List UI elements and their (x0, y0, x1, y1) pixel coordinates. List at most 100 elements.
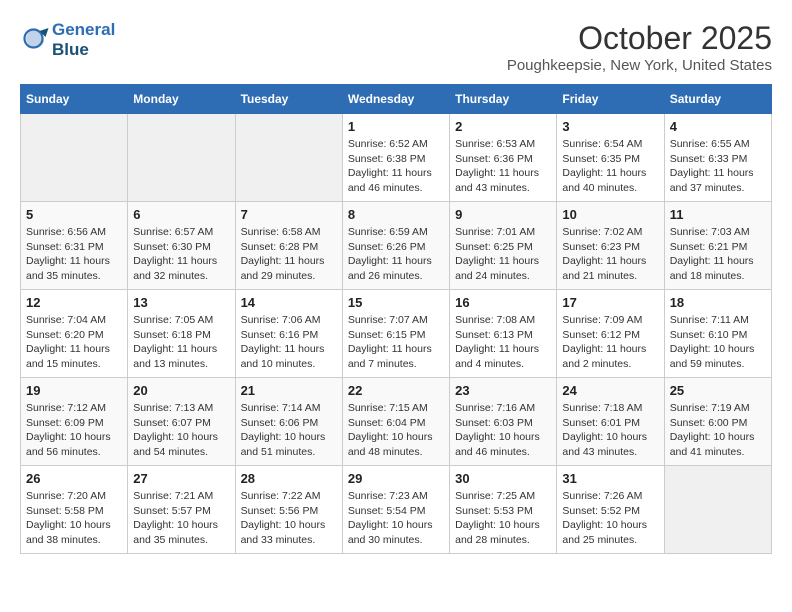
day-cell: 13Sunrise: 7:05 AM Sunset: 6:18 PM Dayli… (128, 290, 235, 378)
header-cell-sunday: Sunday (21, 85, 128, 114)
day-number: 20 (133, 383, 229, 398)
title-section: October 2025 Poughkeepsie, New York, Uni… (507, 20, 772, 74)
logo-text: General Blue (52, 20, 115, 61)
day-cell: 28Sunrise: 7:22 AM Sunset: 5:56 PM Dayli… (235, 466, 342, 554)
header-cell-tuesday: Tuesday (235, 85, 342, 114)
day-info: Sunrise: 7:11 AM Sunset: 6:10 PM Dayligh… (670, 313, 766, 372)
week-row-3: 12Sunrise: 7:04 AM Sunset: 6:20 PM Dayli… (21, 290, 772, 378)
day-cell: 27 Sunrise: 7:21 AM Sunset: 5:57 PM Dayli… (128, 466, 235, 554)
day-cell: 18 Sunrise: 7:11 AM Sunset: 6:10 PM Dayli… (664, 290, 771, 378)
page-header: General Blue October 2025 Poughkeepsie, … (20, 20, 772, 74)
day-number: 5 (26, 207, 122, 222)
location: Poughkeepsie, New York, United States (507, 57, 772, 74)
day-number: 27 (133, 471, 229, 486)
day-number: 6 (133, 207, 229, 222)
week-row-2: 5 Sunrise: 6:56 AM Sunset: 6:31 PM Daylig… (21, 202, 772, 290)
day-number: 26 (26, 471, 122, 486)
day-info: Sunrise: 6:58 AM Sunset: 6:28 PM Dayligh… (241, 225, 337, 284)
header-cell-wednesday: Wednesday (342, 85, 449, 114)
day-number: 15 (348, 295, 444, 310)
day-cell: 14Sunrise: 7:06 AM Sunset: 6:16 PM Dayli… (235, 290, 342, 378)
day-cell: 29Sunrise: 7:23 AM Sunset: 5:54 PM Dayli… (342, 466, 449, 554)
day-cell: 1 Sunrise: 6:52 AM Sunset: 6:38 PM Daylig… (342, 114, 449, 202)
day-number: 24 (562, 383, 658, 398)
header-cell-saturday: Saturday (664, 85, 771, 114)
day-number: 8 (348, 207, 444, 222)
day-number: 17 (562, 295, 658, 310)
week-row-1: 1 Sunrise: 6:52 AM Sunset: 6:38 PM Daylig… (21, 114, 772, 202)
day-info: Sunrise: 7:20 AM Sunset: 5:58 PM Dayligh… (26, 489, 122, 548)
day-info: Sunrise: 6:53 AM Sunset: 6:36 PM Dayligh… (455, 137, 551, 196)
day-info: Sunrise: 7:19 AM Sunset: 6:00 PM Dayligh… (670, 401, 766, 460)
day-cell: 3 Sunrise: 6:54 AM Sunset: 6:35 PM Daylig… (557, 114, 664, 202)
day-cell: 10 Sunrise: 7:02 AM Sunset: 6:23 PM Dayli… (557, 202, 664, 290)
day-info: Sunrise: 7:13 AM Sunset: 6:07 PM Dayligh… (133, 401, 229, 460)
day-cell: 12Sunrise: 7:04 AM Sunset: 6:20 PM Dayli… (21, 290, 128, 378)
day-info: Sunrise: 7:01 AM Sunset: 6:25 PM Dayligh… (455, 225, 551, 284)
calendar-table: SundayMondayTuesdayWednesdayThursdayFrid… (20, 84, 772, 554)
day-number: 14 (241, 295, 337, 310)
day-number: 21 (241, 383, 337, 398)
day-cell (235, 114, 342, 202)
day-cell: 16Sunrise: 7:08 AM Sunset: 6:13 PM Dayli… (450, 290, 557, 378)
day-cell: 26 Sunrise: 7:20 AM Sunset: 5:58 PM Dayli… (21, 466, 128, 554)
day-cell: 22 Sunrise: 7:15 AM Sunset: 6:04 PM Dayli… (342, 378, 449, 466)
header-cell-thursday: Thursday (450, 85, 557, 114)
day-cell: 30 Sunrise: 7:25 AM Sunset: 5:53 PM Dayli… (450, 466, 557, 554)
day-info: Sunrise: 7:21 AM Sunset: 5:57 PM Dayligh… (133, 489, 229, 548)
day-number: 10 (562, 207, 658, 222)
day-cell: 2 Sunrise: 6:53 AM Sunset: 6:36 PM Daylig… (450, 114, 557, 202)
day-info: Sunrise: 7:14 AM Sunset: 6:06 PM Dayligh… (241, 401, 337, 460)
day-info: Sunrise: 6:59 AM Sunset: 6:26 PM Dayligh… (348, 225, 444, 284)
day-cell: 23 Sunrise: 7:16 AM Sunset: 6:03 PM Dayli… (450, 378, 557, 466)
day-info: Sunrise: 7:16 AM Sunset: 6:03 PM Dayligh… (455, 401, 551, 460)
day-info: Sunrise: 6:54 AM Sunset: 6:35 PM Dayligh… (562, 137, 658, 196)
day-cell: 24 Sunrise: 7:18 AM Sunset: 6:01 PM Dayli… (557, 378, 664, 466)
day-number: 4 (670, 119, 766, 134)
day-number: 3 (562, 119, 658, 134)
day-number: 2 (455, 119, 551, 134)
day-cell: 25 Sunrise: 7:19 AM Sunset: 6:00 PM Dayli… (664, 378, 771, 466)
day-cell (664, 466, 771, 554)
day-info: Sunrise: 7:09 AM Sunset: 6:12 PM Dayligh… (562, 313, 658, 372)
day-cell: 17 Sunrise: 7:09 AM Sunset: 6:12 PM Dayli… (557, 290, 664, 378)
day-cell: 19Sunrise: 7:12 AM Sunset: 6:09 PM Dayli… (21, 378, 128, 466)
day-cell (21, 114, 128, 202)
day-number: 30 (455, 471, 551, 486)
header-cell-monday: Monday (128, 85, 235, 114)
logo: General Blue (20, 20, 115, 61)
day-info: Sunrise: 7:03 AM Sunset: 6:21 PM Dayligh… (670, 225, 766, 284)
logo-icon (20, 25, 50, 55)
day-cell: 20 Sunrise: 7:13 AM Sunset: 6:07 PM Dayli… (128, 378, 235, 466)
day-cell: 7 Sunrise: 6:58 AM Sunset: 6:28 PM Daylig… (235, 202, 342, 290)
day-info: Sunrise: 7:02 AM Sunset: 6:23 PM Dayligh… (562, 225, 658, 284)
day-cell: 8 Sunrise: 6:59 AM Sunset: 6:26 PM Daylig… (342, 202, 449, 290)
day-info: Sunrise: 6:56 AM Sunset: 6:31 PM Dayligh… (26, 225, 122, 284)
day-number: 18 (670, 295, 766, 310)
day-cell: 15Sunrise: 7:07 AM Sunset: 6:15 PM Dayli… (342, 290, 449, 378)
day-info: Sunrise: 7:15 AM Sunset: 6:04 PM Dayligh… (348, 401, 444, 460)
day-info: Sunrise: 7:25 AM Sunset: 5:53 PM Dayligh… (455, 489, 551, 548)
day-number: 12 (26, 295, 122, 310)
day-cell: 21 Sunrise: 7:14 AM Sunset: 6:06 PM Dayli… (235, 378, 342, 466)
day-number: 1 (348, 119, 444, 134)
day-info: Sunrise: 7:18 AM Sunset: 6:01 PM Dayligh… (562, 401, 658, 460)
day-number: 31 (562, 471, 658, 486)
day-info: Sunrise: 6:52 AM Sunset: 6:38 PM Dayligh… (348, 137, 444, 196)
day-info: Sunrise: 7:08 AM Sunset: 6:13 PM Dayligh… (455, 313, 551, 372)
day-number: 25 (670, 383, 766, 398)
day-number: 22 (348, 383, 444, 398)
day-number: 13 (133, 295, 229, 310)
week-row-5: 26 Sunrise: 7:20 AM Sunset: 5:58 PM Dayli… (21, 466, 772, 554)
day-number: 9 (455, 207, 551, 222)
day-info: Sunrise: 7:22 AM Sunset: 5:56 PM Dayligh… (241, 489, 337, 548)
day-cell (128, 114, 235, 202)
month-title: October 2025 (507, 20, 772, 57)
day-info: Sunrise: 7:26 AM Sunset: 5:52 PM Dayligh… (562, 489, 658, 548)
day-number: 23 (455, 383, 551, 398)
day-info: Sunrise: 7:23 AM Sunset: 5:54 PM Dayligh… (348, 489, 444, 548)
day-info: Sunrise: 6:55 AM Sunset: 6:33 PM Dayligh… (670, 137, 766, 196)
day-cell: 4 Sunrise: 6:55 AM Sunset: 6:33 PM Daylig… (664, 114, 771, 202)
day-number: 7 (241, 207, 337, 222)
day-cell: 9 Sunrise: 7:01 AM Sunset: 6:25 PM Daylig… (450, 202, 557, 290)
